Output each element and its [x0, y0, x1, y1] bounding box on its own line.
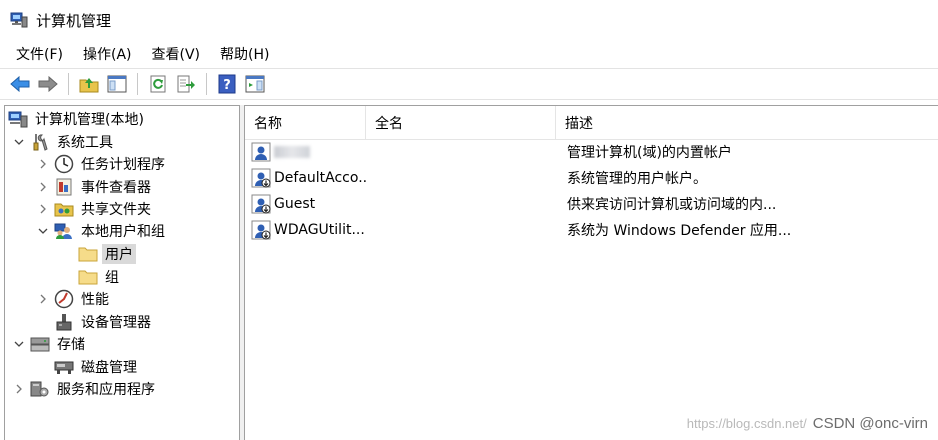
shared-folder-icon [54, 200, 74, 218]
column-header-description[interactable]: 描述 [556, 106, 938, 140]
disk-management-icon [54, 358, 74, 376]
disabled-user-account-icon [251, 220, 271, 240]
folder-icon [78, 268, 98, 286]
user-full-name [366, 191, 556, 217]
collapsed-chevron-icon[interactable] [36, 202, 50, 216]
system-tools-icon [30, 133, 50, 151]
list-header: 名称 全名 描述 [245, 106, 938, 140]
collapsed-chevron-icon[interactable] [36, 292, 50, 306]
export-list-button[interactable] [174, 72, 198, 96]
user-full-name [366, 139, 556, 165]
user-full-name [366, 217, 556, 243]
collapsed-chevron-icon[interactable] [36, 180, 50, 194]
folder-icon [78, 245, 98, 263]
computer-management-icon [8, 110, 28, 128]
tree-item-groups[interactable]: 组 [78, 266, 122, 288]
menu-file[interactable]: 文件(F) [8, 42, 71, 66]
disabled-user-account-icon [251, 168, 271, 188]
show-hide-tree-button[interactable] [105, 72, 129, 96]
clock-icon [54, 154, 74, 174]
column-header-name[interactable]: 名称 [245, 106, 366, 140]
watermark: https://blog.csdn.net/CSDN @onc-virn [687, 415, 928, 432]
computer-management-icon [10, 11, 28, 29]
menu-view[interactable]: 查看(V) [144, 42, 209, 66]
forward-button[interactable] [36, 72, 60, 96]
tree-item-event-viewer[interactable]: 事件查看器 [36, 176, 154, 198]
disabled-user-account-icon [251, 194, 271, 214]
user-description: 系统管理的用户帐户。 [567, 171, 707, 187]
action-pane-icon [245, 75, 265, 93]
performance-icon [54, 289, 74, 309]
user-account-icon [251, 142, 271, 162]
tree-item-performance[interactable]: 性能 [36, 288, 112, 310]
event-viewer-icon [54, 178, 74, 196]
menu-help[interactable]: 帮助(H) [212, 42, 277, 66]
tree-item-computer-management[interactable]: 计算机管理(本地) [8, 108, 147, 130]
up-one-level-button[interactable] [77, 72, 101, 96]
tree-item-system-tools[interactable]: 系统工具 [12, 131, 116, 153]
toolbar-separator [68, 73, 69, 95]
toolbar-separator [137, 73, 138, 95]
table-row[interactable]: Guest 供来宾访问计算机或访问域的内... [245, 191, 938, 217]
tree-item-disk-management[interactable]: 磁盘管理 [54, 356, 140, 378]
action-pane-button[interactable] [243, 72, 267, 96]
users-groups-icon [54, 222, 74, 240]
refresh-button[interactable] [146, 72, 170, 96]
device-manager-icon [54, 313, 74, 331]
refresh-icon [150, 75, 166, 93]
user-description: 管理计算机(域)的内置帐户 [567, 145, 732, 161]
toolbar-separator [206, 73, 207, 95]
table-row[interactable]: WDAGUtilit... 系统为 Windows Defender 应用... [245, 217, 938, 243]
expanded-chevron-icon[interactable] [12, 135, 26, 149]
svg-text:?: ? [223, 78, 231, 93]
user-name: WDAGUtilit... [274, 222, 365, 238]
user-description: 供来宾访问计算机或访问域的内... [567, 197, 777, 213]
expanded-chevron-icon[interactable] [12, 337, 26, 351]
tree-item-users[interactable]: 用户 [78, 243, 136, 265]
up-folder-icon [79, 78, 99, 93]
back-arrow-icon [10, 76, 30, 92]
column-header-full-name[interactable]: 全名 [366, 106, 556, 140]
table-row[interactable]: 管理计算机(域)的内置帐户 [245, 139, 938, 165]
user-name: DefaultAcco... [274, 170, 366, 186]
show-hide-tree-icon [107, 75, 127, 93]
collapsed-chevron-icon[interactable] [36, 157, 50, 171]
help-button[interactable]: ? [215, 72, 239, 96]
storage-icon [30, 335, 50, 353]
user-list-view[interactable]: 名称 全名 描述 管理计算机(域)的内置帐户 DefaultAcco... 系统… [244, 105, 938, 440]
tree-item-storage[interactable]: 存储 [12, 333, 88, 355]
toolbar: ? [0, 68, 938, 100]
menu-bar: 文件(F) 操作(A) 查看(V) 帮助(H) [0, 40, 938, 68]
tree-item-task-scheduler[interactable]: 任务计划程序 [36, 153, 168, 175]
back-button[interactable] [8, 72, 32, 96]
tree-item-shared-folders[interactable]: 共享文件夹 [36, 198, 154, 220]
services-apps-icon [30, 380, 50, 398]
blurred-user-name [274, 146, 310, 158]
user-name: Guest [274, 196, 316, 212]
table-row[interactable]: DefaultAcco... 系统管理的用户帐户。 [245, 165, 938, 191]
watermark-url: https://blog.csdn.net/ [686, 416, 807, 431]
title-bar: 计算机管理 [0, 0, 938, 40]
export-list-icon [177, 75, 195, 93]
window-title: 计算机管理 [36, 11, 112, 30]
user-description: 系统为 Windows Defender 应用... [567, 223, 792, 239]
tree-item-device-manager[interactable]: 设备管理器 [54, 311, 154, 333]
forward-arrow-icon [38, 76, 58, 92]
tree-item-local-users-groups[interactable]: 本地用户和组 [36, 220, 168, 242]
watermark-text: CSDN @onc-virn [812, 415, 928, 432]
collapsed-chevron-icon[interactable] [12, 382, 26, 396]
user-full-name [366, 165, 556, 191]
menu-action[interactable]: 操作(A) [75, 42, 140, 66]
tree-item-services-applications[interactable]: 服务和应用程序 [12, 378, 158, 400]
help-icon: ? [218, 74, 236, 94]
console-tree[interactable]: 计算机管理(本地) 系统工具 任务计划程序 事件查看器 共享文件夹 本地用户和组… [4, 105, 240, 440]
expanded-chevron-icon[interactable] [36, 224, 50, 238]
